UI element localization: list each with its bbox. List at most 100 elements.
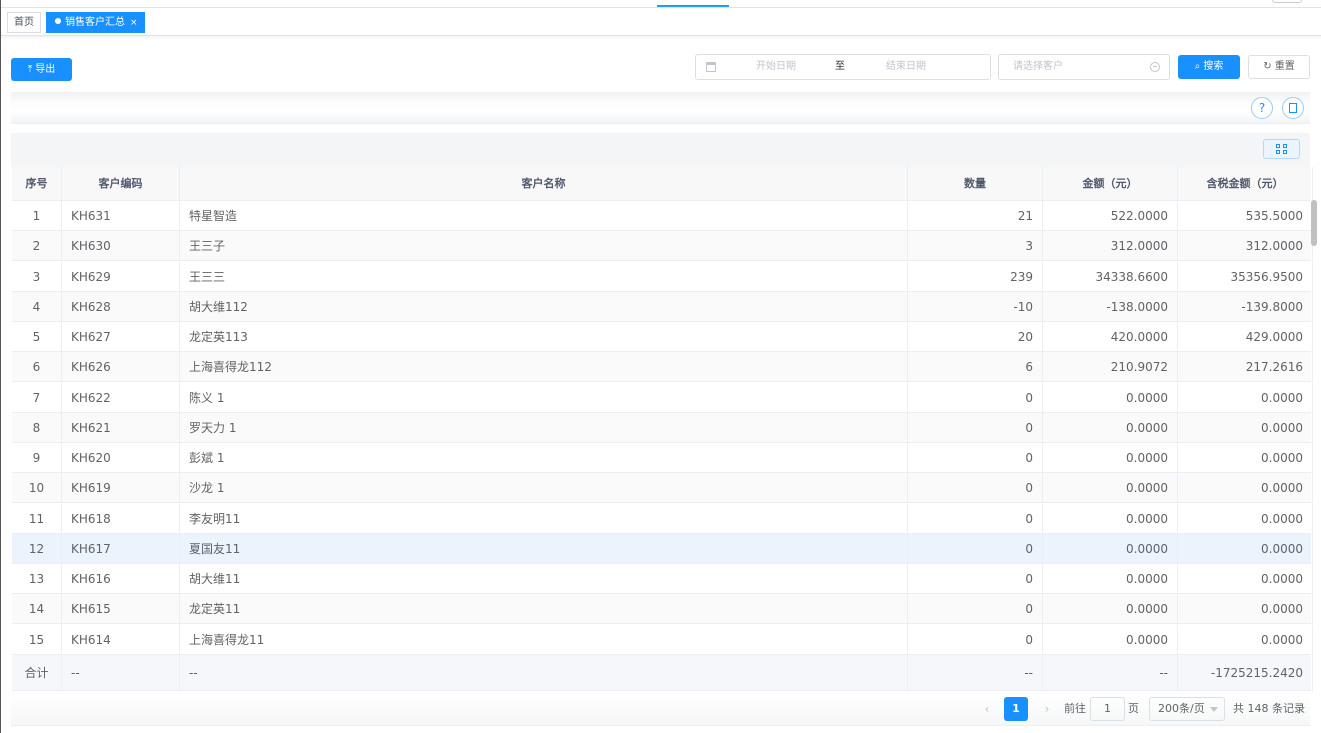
table-row[interactable]: 5 KH627 龙定英113 20 420.0000 429.0000: [12, 322, 1313, 352]
table-row[interactable]: 14 KH615 龙定英11 0 0.0000 0.0000: [12, 594, 1313, 625]
table-cell: 罗天力 1: [180, 412, 908, 443]
table-cell: KH622: [62, 382, 180, 413]
table-cell: 0: [908, 594, 1043, 625]
table-cell: 2: [12, 231, 62, 262]
table-cell: 胡大维112: [180, 291, 908, 322]
document-button[interactable]: [1282, 97, 1304, 119]
column-header[interactable]: 序号: [12, 167, 62, 201]
end-date-input[interactable]: 结束日期: [856, 55, 956, 79]
reset-button[interactable]: ↻ 重置: [1248, 55, 1310, 79]
close-icon[interactable]: ×: [130, 18, 138, 28]
table-cell: 0.0000: [1043, 564, 1178, 594]
table-cell: 0: [908, 624, 1043, 655]
table-cell: 0: [908, 443, 1043, 473]
tab-home-label: 首页: [14, 17, 34, 28]
table-cell: 0.0000: [1043, 473, 1178, 504]
tab-sales-customer-summary[interactable]: 销售客户汇总 ×: [46, 12, 145, 33]
table-row[interactable]: 3 KH629 王三三 239 34338.6600 35356.9500: [12, 261, 1313, 292]
refresh-icon: ↻: [1263, 61, 1272, 72]
total-cell: -1725215.2420: [1178, 654, 1313, 691]
total-records: 共 148 条记录: [1233, 702, 1305, 715]
table-row[interactable]: 15 KH614 上海喜得龙11 0 0.0000 0.0000: [12, 624, 1313, 655]
table-cell: 0.0000: [1178, 503, 1313, 534]
table-cell: 0.0000: [1178, 473, 1313, 504]
table-row[interactable]: 12 KH617 夏国友11 0 0.0000 0.0000: [12, 533, 1313, 564]
table-cell: 5: [12, 322, 62, 352]
total-cell: --: [62, 654, 180, 691]
toolbar-band: [11, 92, 1310, 124]
column-header[interactable]: 数量: [908, 167, 1043, 201]
table-cell: 35356.9500: [1178, 261, 1313, 292]
date-range-picker[interactable]: 开始日期 至 结束日期: [695, 54, 991, 80]
question-icon: ?: [1258, 101, 1266, 115]
export-button[interactable]: ⤒ 导出: [11, 58, 72, 81]
table-cell: 13: [12, 564, 62, 594]
table-scrollbar[interactable]: [1311, 200, 1317, 246]
grid-icon: [1283, 150, 1287, 154]
table-row[interactable]: 7 KH622 陈义 1 0 0.0000 0.0000: [12, 382, 1313, 413]
tab-home[interactable]: 首页: [7, 12, 41, 33]
column-header[interactable]: 含税金额（元）: [1178, 167, 1313, 201]
help-button[interactable]: ?: [1251, 97, 1273, 119]
prev-page-button[interactable]: ‹: [976, 698, 998, 720]
page-number-current[interactable]: 1: [1004, 697, 1028, 721]
table-cell: 522.0000: [1043, 201, 1178, 231]
table-row[interactable]: 13 KH616 胡大维11 0 0.0000 0.0000: [12, 564, 1313, 594]
column-header[interactable]: 金额（元）: [1043, 167, 1178, 201]
table-row[interactable]: 2 KH630 王三子 3 312.0000 312.0000: [12, 231, 1313, 262]
table-row[interactable]: 6 KH626 上海喜得龙112 6 210.9072 217.2616: [12, 352, 1313, 383]
table-toolbar: [11, 133, 1310, 167]
goto-page-input[interactable]: 1: [1090, 697, 1125, 721]
table-cell: 特星智造: [180, 201, 908, 231]
table-cell: 217.2616: [1178, 352, 1313, 383]
table-cell: 0: [908, 412, 1043, 443]
reset-label: 重置: [1274, 61, 1295, 72]
customer-select[interactable]: 请选择客户: [998, 54, 1170, 80]
table-row[interactable]: 4 KH628 胡大维112 -10 -138.0000 -139.8000: [12, 291, 1313, 322]
start-date-input[interactable]: 开始日期: [726, 55, 826, 79]
table-cell: 10: [12, 473, 62, 504]
next-page-button[interactable]: ›: [1036, 698, 1058, 720]
remove-circle-icon[interactable]: [1150, 62, 1160, 72]
export-label: 导出: [35, 64, 56, 75]
table-cell: 0.0000: [1178, 443, 1313, 473]
table-cell: 239: [908, 261, 1043, 292]
table-cell: KH615: [62, 594, 180, 625]
table-total-row: 合计 -- -- -- -- -1725215.2420: [12, 654, 1313, 691]
page-suffix: 页: [1128, 702, 1139, 715]
table-cell: 1: [12, 201, 62, 231]
grid-icon: [1276, 150, 1280, 154]
table-cell: 0.0000: [1043, 412, 1178, 443]
page-size-value: 200条/页: [1158, 702, 1205, 715]
table-cell: 3: [908, 231, 1043, 262]
table-cell: 胡大维11: [180, 564, 908, 594]
table-row[interactable]: 1 KH631 特星智造 21 522.0000 535.5000: [12, 201, 1313, 231]
table-cell: 21: [908, 201, 1043, 231]
table-row[interactable]: 9 KH620 彭斌 1 0 0.0000 0.0000: [12, 443, 1313, 473]
table-cell: KH631: [62, 201, 180, 231]
table-row[interactable]: 11 KH618 李友明11 0 0.0000 0.0000: [12, 503, 1313, 534]
table-cell: 李友明11: [180, 503, 908, 534]
goto-label: 前往: [1064, 702, 1086, 715]
column-settings-button[interactable]: [1263, 139, 1300, 159]
search-button[interactable]: ⌕ 搜索: [1178, 55, 1240, 79]
table-cell: 0.0000: [1043, 533, 1178, 564]
page-size-select[interactable]: 200条/页: [1149, 697, 1225, 721]
grid-icon: [1283, 144, 1287, 148]
table-cell: 12: [12, 533, 62, 564]
table-row[interactable]: 8 KH621 罗天力 1 0 0.0000 0.0000: [12, 412, 1313, 443]
upload-icon: ⤒: [27, 64, 33, 75]
table-cell: 429.0000: [1178, 322, 1313, 352]
table-cell: 夏国友11: [180, 533, 908, 564]
table-cell: 34338.6600: [1043, 261, 1178, 292]
table-cell: 王三子: [180, 231, 908, 262]
top-right-control[interactable]: [1272, 0, 1302, 3]
table-cell: 15: [12, 624, 62, 655]
table-cell: 沙龙 1: [180, 473, 908, 504]
table-row[interactable]: 10 KH619 沙龙 1 0 0.0000 0.0000: [12, 473, 1313, 504]
column-header[interactable]: 客户编码: [62, 167, 180, 201]
table-cell: KH630: [62, 231, 180, 262]
table-cell: 8: [12, 412, 62, 443]
tab-active-label: 销售客户汇总: [65, 17, 125, 28]
column-header[interactable]: 客户名称: [180, 167, 908, 201]
